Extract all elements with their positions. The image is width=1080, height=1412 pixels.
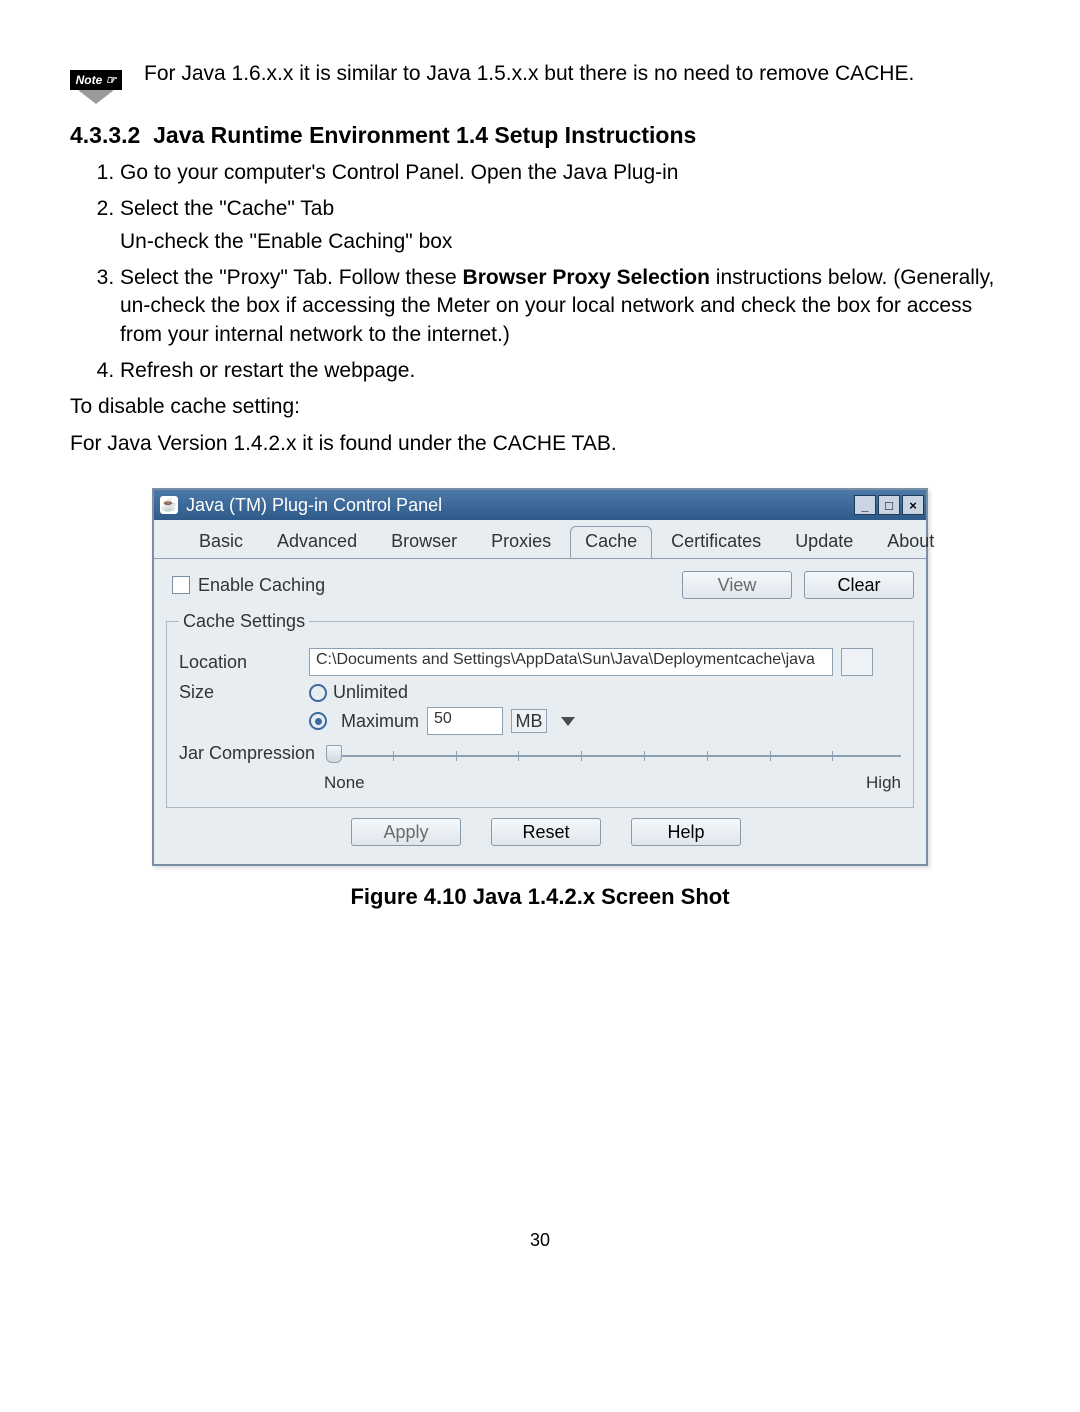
java-plugin-window: ☕ Java (TM) Plug-in Control Panel _ □ × … xyxy=(152,488,928,866)
location-label: Location xyxy=(179,652,309,673)
note-icon: Note ☞ xyxy=(70,64,122,102)
size-unlimited-radio[interactable] xyxy=(309,684,327,702)
figure-caption: Figure 4.10 Java 1.4.2.x Screen Shot xyxy=(70,884,1010,910)
maximize-button[interactable]: □ xyxy=(878,495,900,515)
step-2-sub: Un-check the "Enable Caching" box xyxy=(120,228,1010,256)
tab-certificates[interactable]: Certificates xyxy=(656,526,776,558)
size-maximum-label: Maximum xyxy=(341,711,419,732)
step-2: Select the "Cache" Tab Un-check the "Ena… xyxy=(120,195,1010,256)
minimize-button[interactable]: _ xyxy=(854,495,876,515)
enable-caching-label: Enable Caching xyxy=(198,575,325,596)
view-button[interactable]: View xyxy=(682,571,792,599)
note-badge: Note ☞ xyxy=(70,70,122,90)
unit-dropdown-icon[interactable] xyxy=(561,717,575,726)
step-4: Refresh or restart the webpage. xyxy=(120,357,1010,385)
cache-settings-fieldset: Cache Settings Location C:\Documents and… xyxy=(166,611,914,808)
jar-high-label: High xyxy=(866,773,901,793)
tab-advanced[interactable]: Advanced xyxy=(262,526,372,558)
size-unit: MB xyxy=(511,709,547,733)
tab-proxies[interactable]: Proxies xyxy=(476,526,566,558)
step-3: Select the "Proxy" Tab. Follow these Bro… xyxy=(120,264,1010,349)
step-1: Go to your computer's Control Panel. Ope… xyxy=(120,159,1010,187)
enable-caching-checkbox[interactable] xyxy=(172,576,190,594)
cache-settings-legend: Cache Settings xyxy=(179,611,309,632)
location-input[interactable]: C:\Documents and Settings\AppData\Sun\Ja… xyxy=(309,648,833,676)
close-button[interactable]: × xyxy=(902,495,924,515)
jar-compression-slider[interactable] xyxy=(330,743,901,769)
size-label: Size xyxy=(179,682,309,703)
para-java-142: For Java Version 1.4.2.x it is found und… xyxy=(70,430,1010,458)
tab-basic[interactable]: Basic xyxy=(184,526,258,558)
clear-button[interactable]: Clear xyxy=(804,571,914,599)
jar-compression-label: Jar Compression xyxy=(179,743,324,764)
browse-button[interactable] xyxy=(841,648,873,676)
apply-button[interactable]: Apply xyxy=(351,818,461,846)
section-title: Java Runtime Environment 1.4 Setup Instr… xyxy=(153,122,696,148)
help-button[interactable]: Help xyxy=(631,818,741,846)
page-number: 30 xyxy=(70,1230,1010,1251)
tab-cache[interactable]: Cache xyxy=(570,526,652,558)
section-number: 4.3.3.2 xyxy=(70,122,140,148)
note-text: For Java 1.6.x.x it is similar to Java 1… xyxy=(144,60,1010,88)
tab-update[interactable]: Update xyxy=(780,526,868,558)
size-value-input[interactable]: 50 xyxy=(427,707,503,735)
tab-about[interactable]: About xyxy=(872,526,949,558)
tabs: Basic Advanced Browser Proxies Cache Cer… xyxy=(154,520,926,558)
jar-none-label: None xyxy=(324,773,365,793)
section-heading: 4.3.3.2 Java Runtime Environment 1.4 Set… xyxy=(70,122,1010,149)
note-block: Note ☞ For Java 1.6.x.x it is similar to… xyxy=(70,60,1010,102)
size-maximum-radio[interactable] xyxy=(309,712,327,730)
steps-list: Go to your computer's Control Panel. Ope… xyxy=(120,159,1010,385)
slider-thumb[interactable] xyxy=(326,745,342,763)
titlebar: ☕ Java (TM) Plug-in Control Panel _ □ × xyxy=(154,490,926,520)
size-unlimited-label: Unlimited xyxy=(333,682,408,703)
window-title: Java (TM) Plug-in Control Panel xyxy=(186,495,442,516)
java-icon: ☕ xyxy=(160,496,178,514)
para-disable-cache: To disable cache setting: xyxy=(70,393,1010,421)
cache-panel: Enable Caching View Clear Cache Settings… xyxy=(154,558,926,864)
tab-browser[interactable]: Browser xyxy=(376,526,472,558)
reset-button[interactable]: Reset xyxy=(491,818,601,846)
